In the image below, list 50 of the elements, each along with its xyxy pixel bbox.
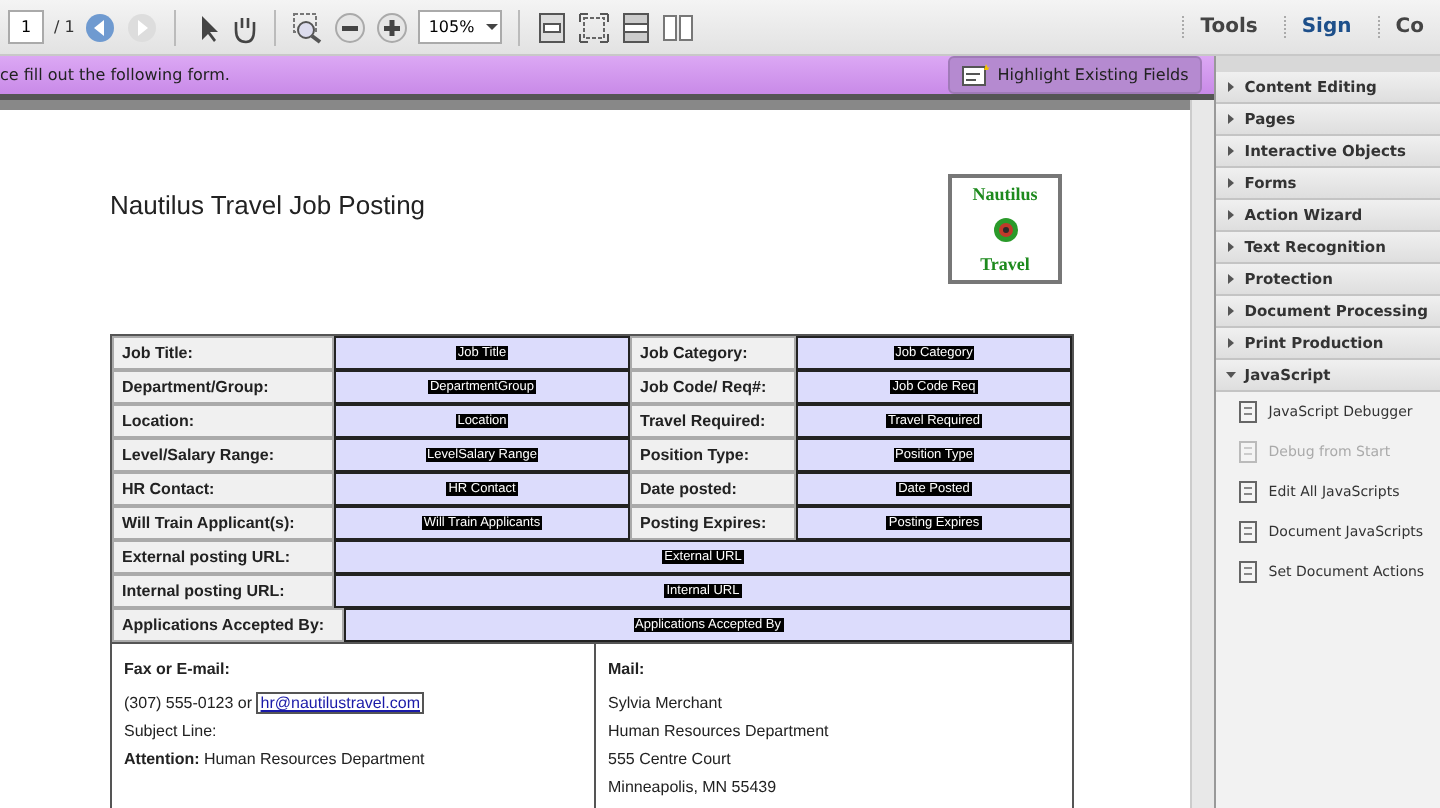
page-total: / 1 <box>54 18 75 36</box>
script-icon <box>1236 560 1261 584</box>
field-label: Level/Salary Range: <box>112 438 334 472</box>
field-label: Job Code/ Req#: <box>630 370 796 404</box>
field-label: Travel Required: <box>630 404 796 438</box>
address-line: Sylvia Merchant <box>608 694 724 712</box>
zoom-in-button[interactable] <box>376 11 409 43</box>
contact-heading: Fax or E-mail: <box>124 660 232 678</box>
field-label: Job Title: <box>112 336 334 370</box>
email-link[interactable]: hr@nautilustravel.com <box>256 692 424 714</box>
field-label: External posting URL: <box>112 540 334 574</box>
field-label: Position Type: <box>630 438 796 472</box>
highlight-fields-button[interactable]: Highlight Existing Fields <box>947 56 1203 94</box>
toolbar-link[interactable]: Sign <box>1283 16 1368 38</box>
field-label: Job Category: <box>630 336 796 370</box>
highlight-fields-icon <box>961 64 990 86</box>
two-page-icon[interactable] <box>662 11 695 43</box>
form-message: ce fill out the following form. <box>0 66 230 84</box>
fit-width-icon[interactable] <box>620 11 653 43</box>
field-label: Posting Expires: <box>630 506 796 540</box>
attention-text: Attention: Human Resources Department <box>124 750 427 768</box>
address-line: Minneapolis, MN 55439 <box>608 778 779 796</box>
full-screen-icon[interactable] <box>578 11 611 43</box>
company-logo: Nautilus Travel <box>948 174 1062 284</box>
zoom-dropdown[interactable]: 105% <box>418 10 503 44</box>
fit-page-icon[interactable] <box>536 11 569 43</box>
document-title: Nautilus Travel Job Posting <box>110 190 426 220</box>
field-label: Will Train Applicant(s): <box>112 506 334 540</box>
field-label: Location: <box>112 404 334 438</box>
page-number-field[interactable]: 1 <box>8 10 44 44</box>
toolbar-link[interactable]: Co <box>1377 16 1440 38</box>
address-line: Human Resources Department <box>608 722 831 740</box>
zoom-out-button[interactable] <box>334 11 367 43</box>
toolbar-link[interactable]: Tools <box>1182 16 1274 38</box>
previous-page-button[interactable] <box>84 11 117 43</box>
phone-text: (307) 555-0123 or <box>124 694 255 712</box>
field-label: Applications Accepted By: <box>112 608 344 642</box>
script-icon <box>1236 400 1261 424</box>
field-label: Date posted: <box>630 472 796 506</box>
script-icon <box>1236 440 1261 464</box>
marquee-zoom-icon[interactable] <box>292 11 325 43</box>
address-line: 555 Centre Court <box>608 750 733 768</box>
script-icon <box>1236 480 1261 504</box>
scrollbar[interactable] <box>1190 100 1215 808</box>
subject-line-text: Subject Line: <box>124 722 219 740</box>
field-label: HR Contact: <box>112 472 334 506</box>
field-label: Internal posting URL: <box>112 574 334 608</box>
field-label: Department/Group: <box>112 370 334 404</box>
contact-heading: Mail: <box>608 660 647 678</box>
script-icon <box>1236 520 1261 544</box>
